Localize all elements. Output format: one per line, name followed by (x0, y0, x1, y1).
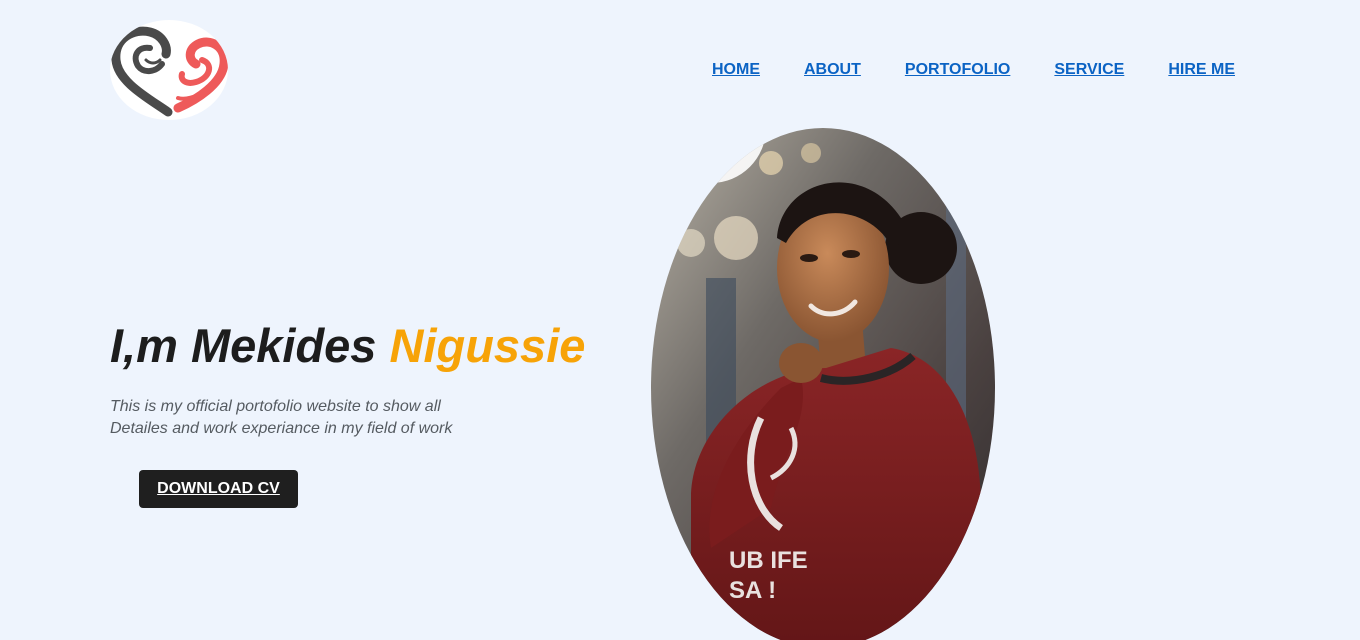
site-logo[interactable] (110, 20, 228, 120)
portrait-image: UB IFE SA ! (651, 128, 995, 640)
page: HOME ABOUT PORTOFOLIO SERVICE HIRE ME I,… (0, 0, 1360, 640)
nav-service-link[interactable]: SERVICE (1054, 60, 1124, 80)
hero-title-prefix: I,m Mekides (110, 319, 390, 372)
main-nav: HOME ABOUT PORTOFOLIO SERVICE HIRE ME (712, 60, 1235, 80)
nav-portofolio-link[interactable]: PORTOFOLIO (905, 60, 1010, 80)
nav-about-link[interactable]: ABOUT (804, 60, 861, 80)
sweater-text-line-2: SA ! (729, 577, 776, 604)
sweater-text-line-1: UB IFE (729, 547, 808, 574)
heart-profile-logo-icon (111, 26, 228, 117)
hero-title-accent: Nigussie (389, 319, 586, 372)
hero-description: This is my official portofolio website t… (110, 398, 453, 437)
download-cv-button[interactable]: DOWNLOAD CV (139, 470, 298, 508)
nav-home-link[interactable]: HOME (712, 60, 760, 80)
nav-hire-me-link[interactable]: HIRE ME (1168, 60, 1235, 80)
hero-title: I,m Mekides Nigussie (110, 318, 585, 374)
portrait-photo: UB IFE SA ! (651, 128, 995, 640)
